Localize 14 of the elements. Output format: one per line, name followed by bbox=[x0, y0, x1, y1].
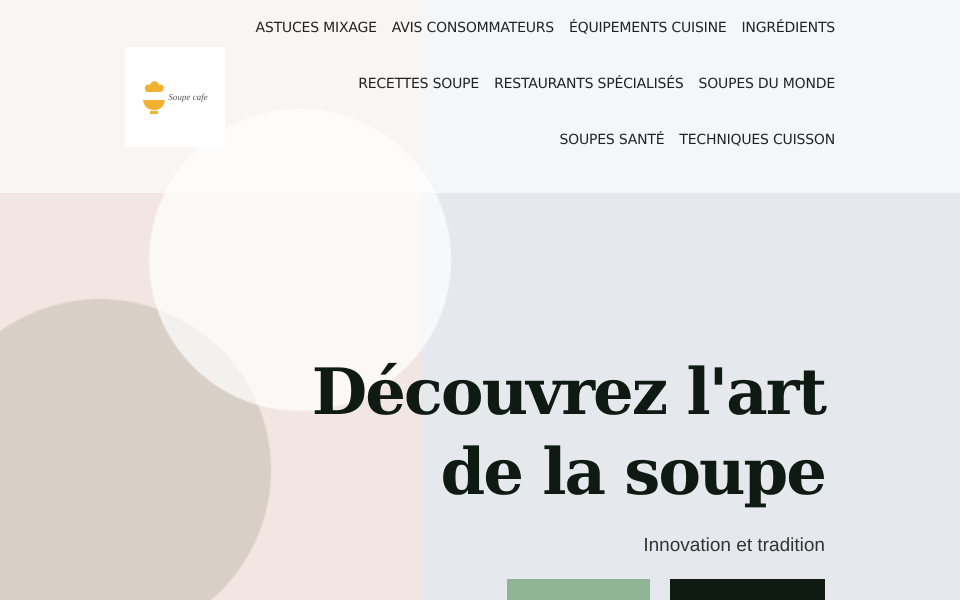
logo-text: Soupe cafe bbox=[168, 92, 208, 102]
nav-link[interactable]: SOUPES DU MONDE bbox=[698, 56, 835, 112]
nav-link[interactable]: TECHNIQUES CUISSON bbox=[679, 112, 835, 168]
nav-link[interactable]: AVIS CONSOMMATEURS bbox=[392, 0, 554, 56]
nav-link[interactable]: INGRÉDIENTS bbox=[742, 0, 835, 56]
nav-link[interactable]: ÉQUIPEMENTS CUISINE bbox=[568, 0, 726, 56]
nav-link[interactable]: RESTAURANTS SPÉCIALISÉS bbox=[494, 56, 684, 112]
nav-link[interactable]: RECETTES SOUPE bbox=[358, 56, 480, 112]
nav-link[interactable]: ASTUCES MIXAGE bbox=[256, 0, 377, 56]
hero-heading: Découvrez l'art de la soupe bbox=[312, 354, 825, 512]
hero-subtitle: Innovation et tradition bbox=[643, 535, 825, 557]
logo[interactable]: Soupe cafe bbox=[125, 47, 225, 147]
bowl-chef-hat-icon bbox=[142, 80, 166, 114]
nav-link[interactable]: SOUPES SANTÉ bbox=[559, 112, 664, 168]
